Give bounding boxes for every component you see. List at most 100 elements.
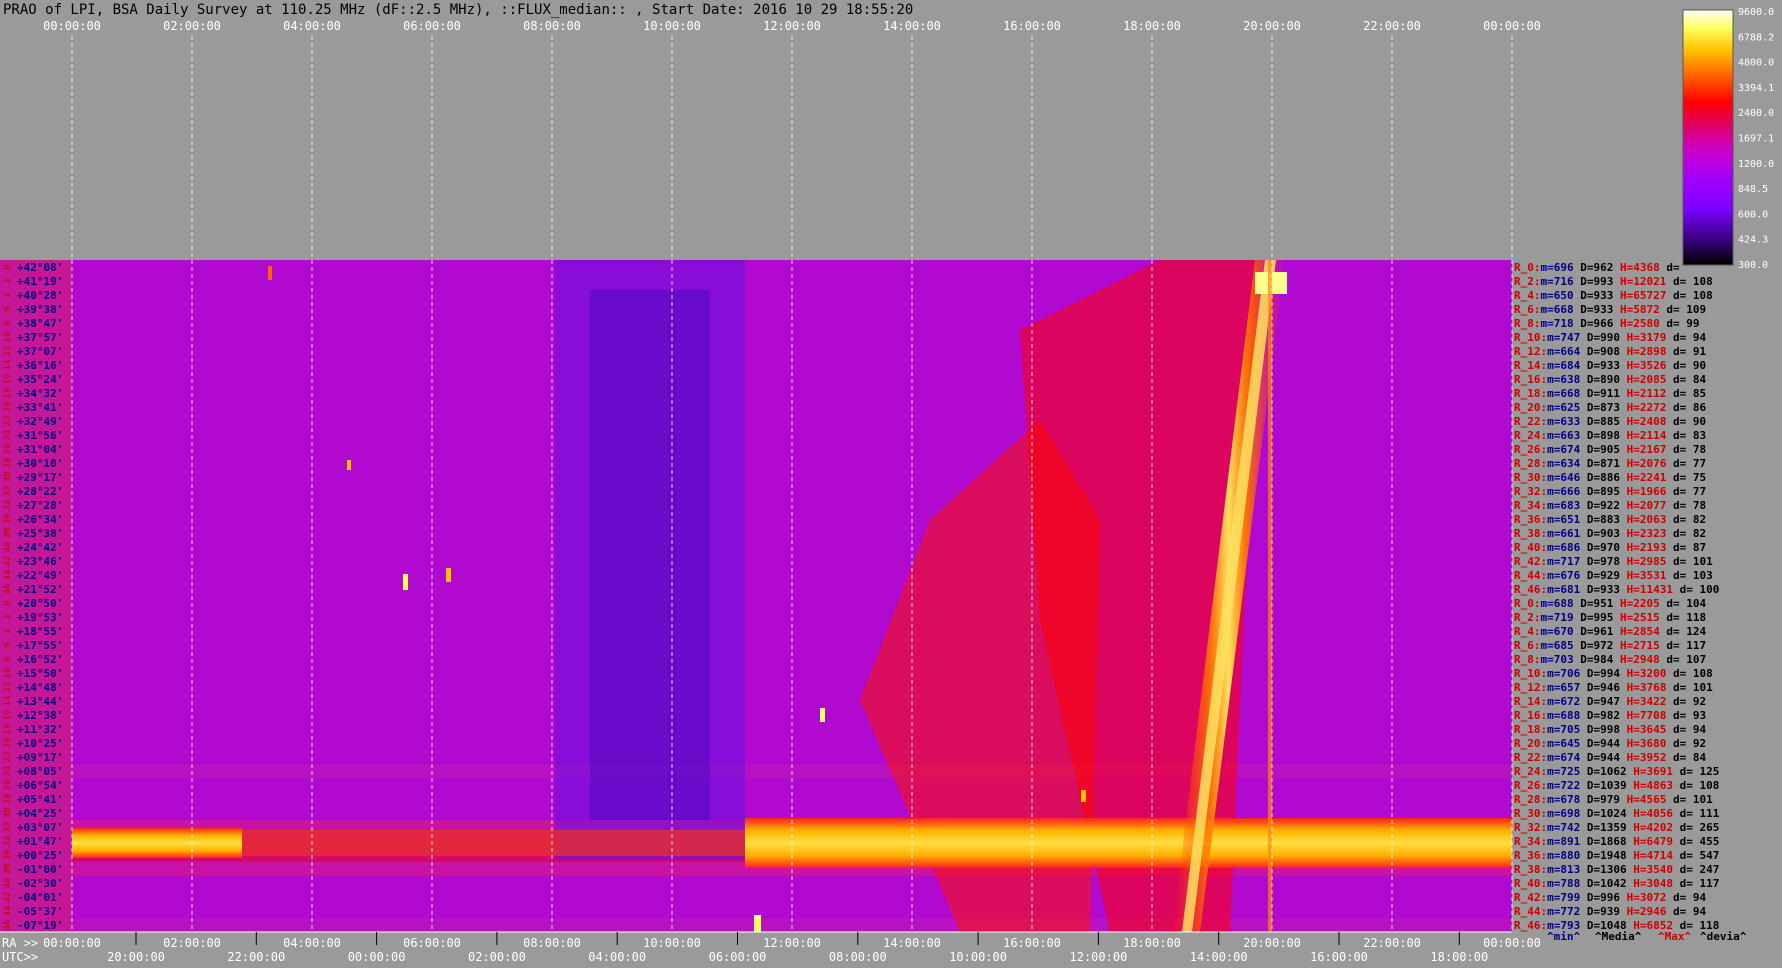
stats-value: D=998: [1580, 723, 1620, 736]
colorbar-tick: 300.0: [1738, 260, 1768, 271]
stats-value: D=962: [1574, 261, 1614, 274]
declination-label: +00°25': [17, 849, 63, 862]
stats-value: H=4202: [1627, 821, 1673, 834]
stats-value: m=668: [1547, 387, 1580, 400]
stats-value: D=970: [1580, 541, 1620, 554]
beam-number: 22: [3, 416, 13, 427]
stats-value: H=2946: [1620, 905, 1667, 918]
top-time-tick: 06:00:00: [403, 19, 461, 33]
stats-row: R_18:m=705 D=998 H=3645 d= 94: [1514, 723, 1706, 736]
declination-label: -02°30': [17, 877, 63, 890]
beam-number: 40: [3, 878, 13, 889]
stats-value: D=978: [1580, 555, 1620, 568]
ra-tick: 00:00:00: [43, 936, 101, 950]
stats-value: R_42:: [1514, 891, 1547, 904]
stats-value: d= 124: [1660, 625, 1707, 638]
beam-number: 20: [3, 402, 13, 413]
beam-number: 18: [3, 724, 13, 735]
stats-row: R_8:m=718 D=966 H=2580 d= 99: [1514, 317, 1699, 330]
colorbar-tick: 2400.0: [1738, 108, 1774, 119]
declination-label: +15°50': [17, 667, 63, 680]
stats-row: R_16:m=638 D=890 H=2085 d= 84: [1514, 373, 1706, 386]
stats-value: m=742: [1547, 821, 1580, 834]
stats-row: R_42:m=799 D=996 H=3072 d= 94: [1514, 891, 1706, 904]
stats-value: R_0:: [1514, 261, 1541, 274]
stats-value: d= 108: [1666, 289, 1712, 302]
stats-row: R_22:m=674 D=944 H=3952 d= 84: [1514, 751, 1706, 764]
beam-number: 0: [3, 600, 13, 605]
stats-value: R_22:: [1514, 415, 1547, 428]
beam-number: 46: [3, 920, 13, 931]
utc-tick: 08:00:00: [829, 950, 887, 964]
beam-number: 8: [3, 320, 13, 325]
declination-label: +32°49': [17, 415, 63, 428]
declination-label: +06°54': [17, 779, 63, 792]
stats-value: d= 77: [1666, 457, 1706, 470]
stats-value: d= 103: [1666, 569, 1712, 582]
stats-value: D=883: [1580, 513, 1620, 526]
beam-number: 14: [3, 360, 13, 371]
declination-label: -07°19': [17, 919, 63, 932]
stats-row: R_26:m=722 D=1039 H=4863 d= 108: [1514, 779, 1719, 792]
stats-value: m=657: [1547, 681, 1580, 694]
stats-value: H=3531: [1620, 569, 1667, 582]
stats-value: m=676: [1547, 569, 1580, 582]
stats-value: R_8:: [1514, 653, 1541, 666]
stats-value: H=3540: [1627, 863, 1673, 876]
stats-value: d= 111: [1673, 807, 1720, 820]
beam-number: 30: [3, 808, 13, 819]
stats-row: R_6:m=685 D=972 H=2715 d= 117: [1514, 639, 1706, 652]
ra-tick: 04:00:00: [283, 936, 341, 950]
stats-value: H=5872: [1613, 303, 1659, 316]
declination-label: +09°17': [17, 751, 63, 764]
stats-value: R_46:: [1514, 583, 1547, 596]
utc-tick: 22:00:00: [227, 950, 285, 964]
beam-number: 2: [3, 614, 13, 619]
top-time-tick: 18:00:00: [1123, 19, 1181, 33]
stats-value: d= 104: [1660, 597, 1707, 610]
stats-value: H=3200: [1620, 667, 1666, 680]
top-time-tick: 10:00:00: [643, 19, 701, 33]
point-source: [1081, 790, 1086, 802]
beam-number: 34: [3, 836, 13, 847]
declination-label: +27°28': [17, 499, 63, 512]
declination-label: +16°52': [17, 653, 63, 666]
ra-tick: 10:00:00: [643, 936, 701, 950]
stats-row: R_18:m=668 D=911 H=2112 d= 85: [1514, 387, 1706, 400]
colorbar-tick: 424.3: [1738, 235, 1768, 246]
stats-value: d= 109: [1660, 303, 1706, 316]
stats-value: m=678: [1547, 793, 1580, 806]
stats-header: ^min^: [1547, 930, 1580, 943]
stats-value: H=3680: [1620, 737, 1666, 750]
stats-value: R_14:: [1514, 359, 1547, 372]
stats-row: R_32:m=666 D=895 H=1966 d= 77: [1514, 485, 1706, 498]
stats-value: m=633: [1547, 415, 1580, 428]
stats-value: R_22:: [1514, 751, 1547, 764]
stats-value: d= 101: [1666, 793, 1713, 806]
declination-label: +34°32': [17, 387, 63, 400]
declination-label: +04°25': [17, 807, 63, 820]
stats-value: R_38:: [1514, 863, 1547, 876]
stats-value: m=668: [1541, 303, 1574, 316]
stats-value: H=4056: [1627, 807, 1674, 820]
stats-value: D=966: [1574, 317, 1614, 330]
stats-row: R_2:m=719 D=995 H=2515 d= 118: [1514, 611, 1706, 624]
beam-number: 8: [3, 656, 13, 661]
stats-value: R_44:: [1514, 569, 1547, 582]
stats-value: d= 84: [1666, 751, 1706, 764]
stats-value: D=895: [1580, 485, 1620, 498]
stats-value: m=638: [1547, 373, 1580, 386]
stats-value: m=661: [1547, 527, 1580, 540]
beam-number: 38: [3, 864, 13, 875]
stats-value: D=885: [1580, 415, 1620, 428]
stats-row: R_14:m=684 D=933 H=3526 d= 90: [1514, 359, 1706, 372]
stats-value: m=688: [1547, 709, 1580, 722]
beam-number: 24: [3, 430, 13, 441]
stats-row: R_12:m=657 D=946 H=3768 d= 101: [1514, 681, 1713, 694]
stats-value: D=922: [1580, 499, 1620, 512]
beam-number: 4: [3, 292, 13, 297]
top-time-tick: 22:00:00: [1363, 19, 1421, 33]
beam-number: 6: [3, 642, 13, 647]
stats-value: H=3526: [1620, 359, 1667, 372]
stats-value: D=873: [1580, 401, 1620, 414]
